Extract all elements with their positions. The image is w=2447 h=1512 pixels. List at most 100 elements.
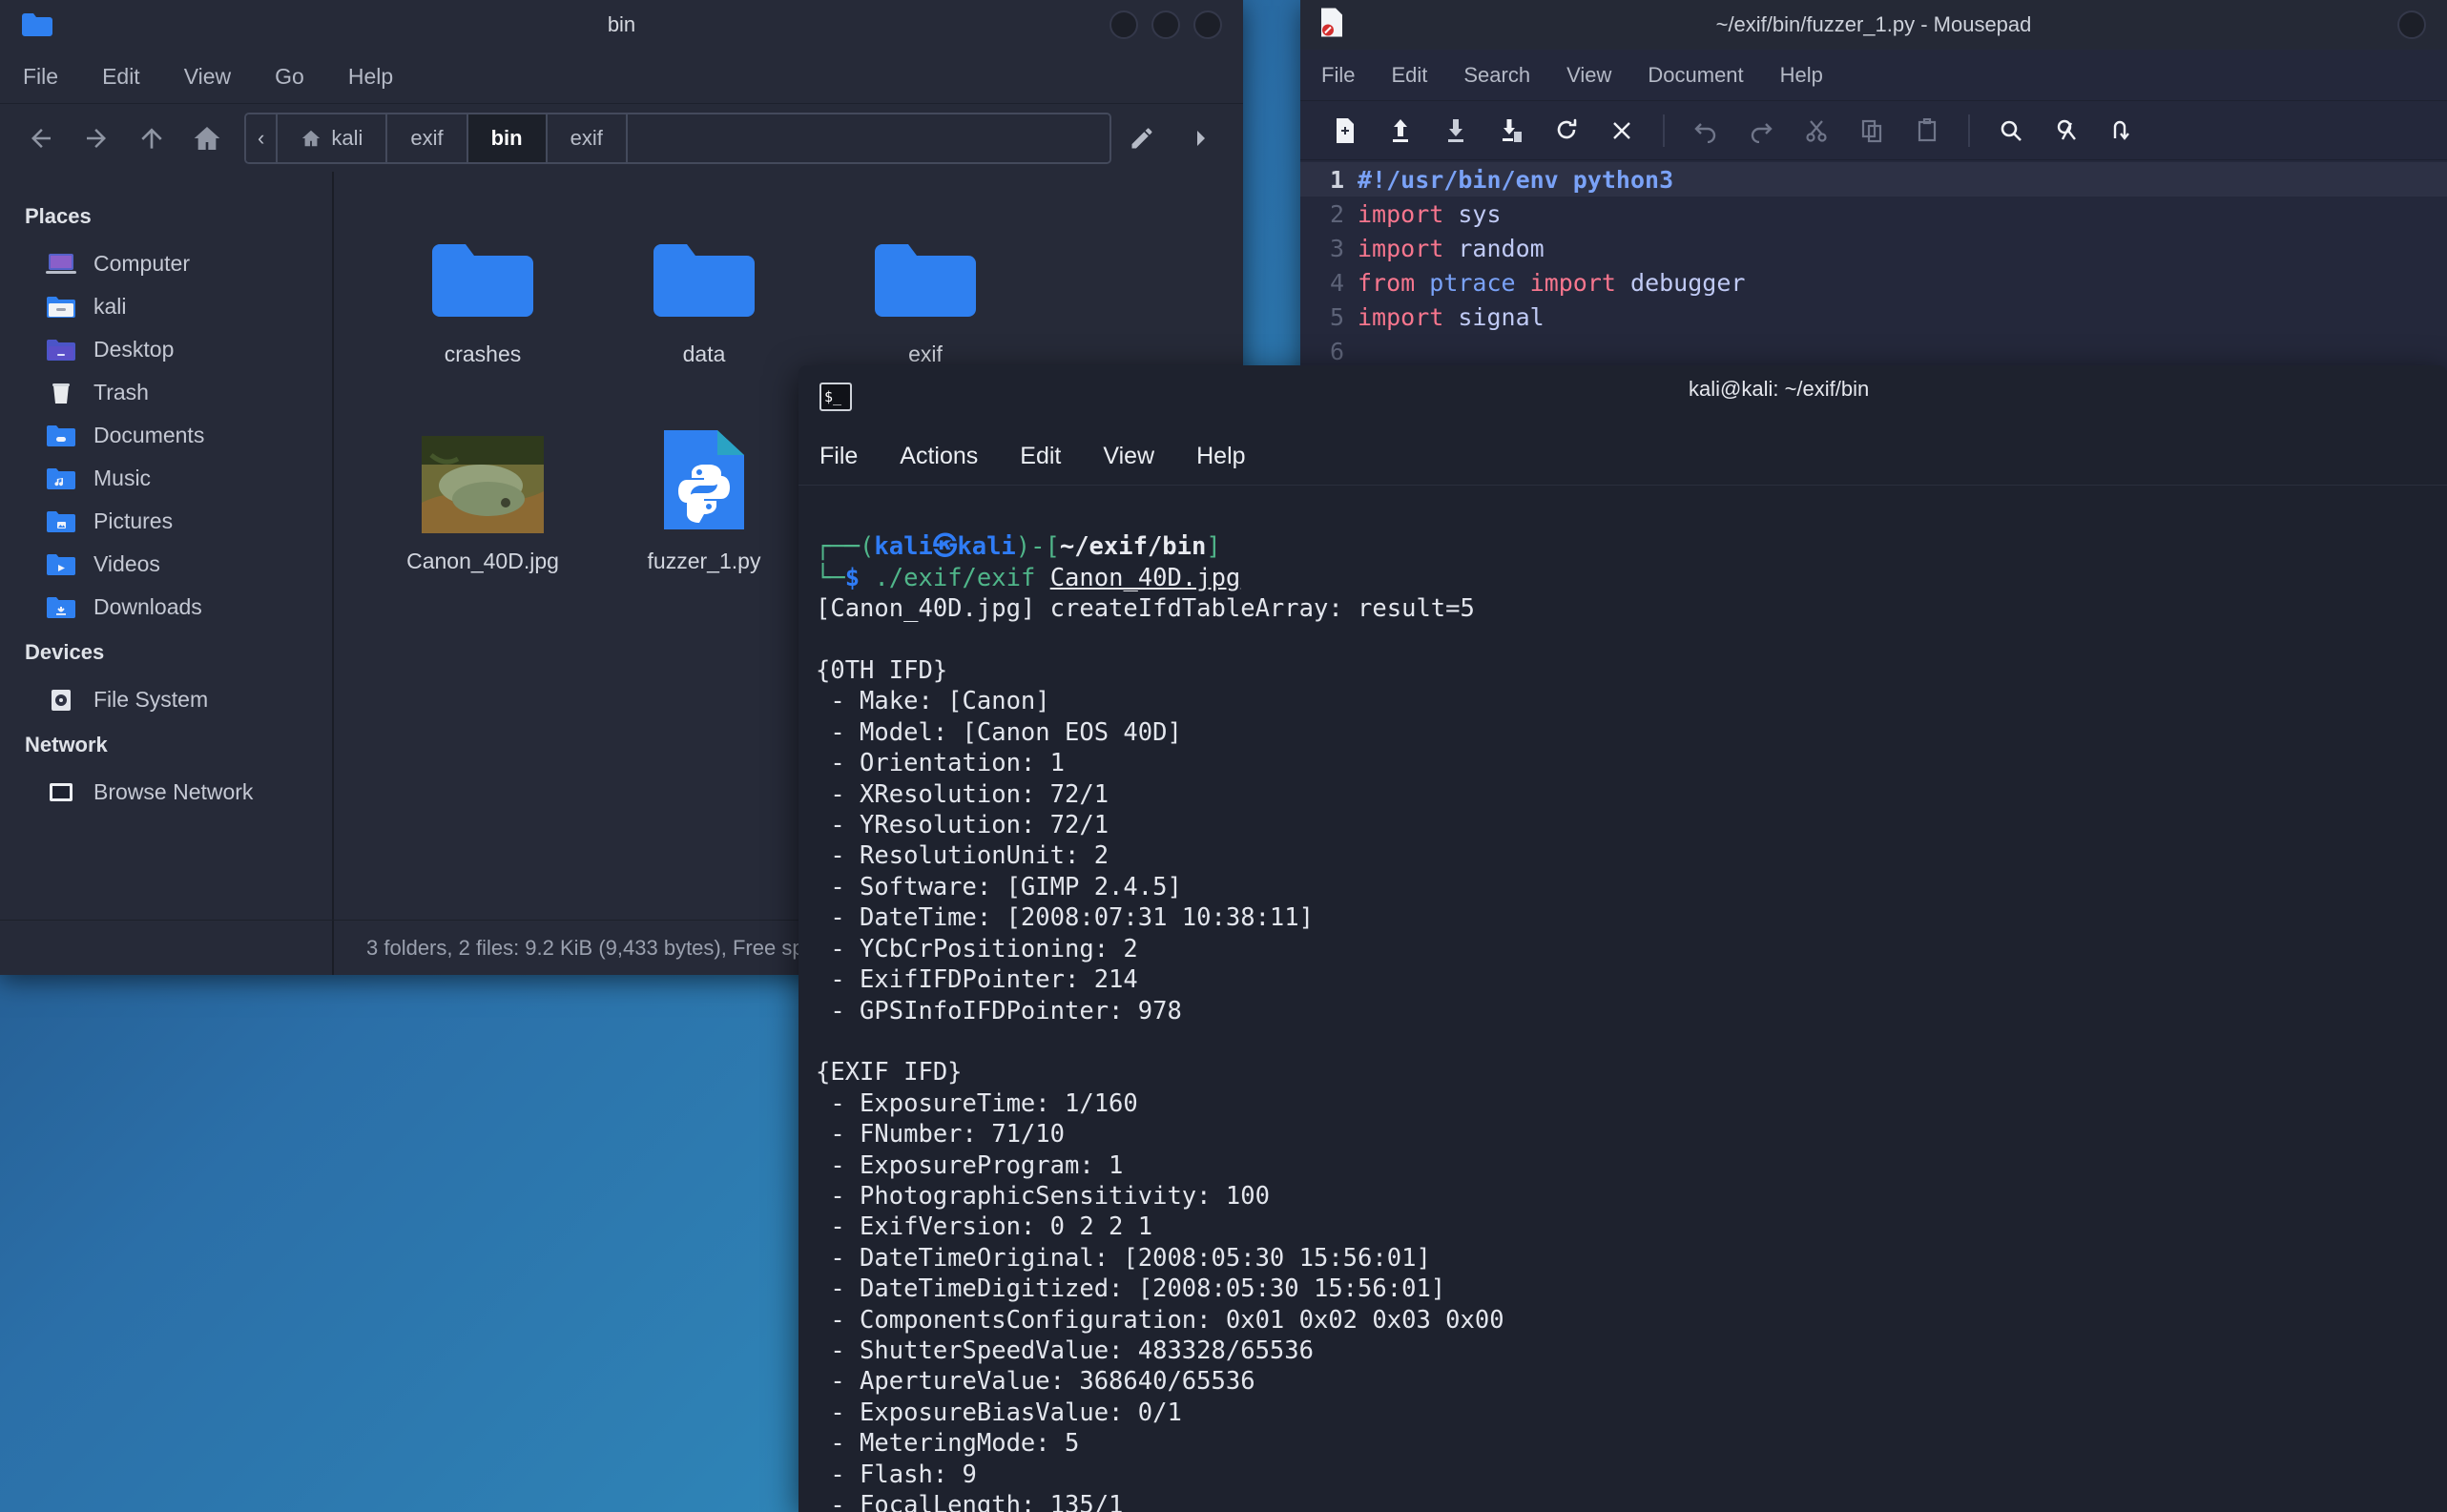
back-icon[interactable]: [13, 111, 69, 166]
terminal-output-line: - GPSInfoIFDPointer: 978: [816, 996, 1182, 1025]
documents-folder-icon: [46, 424, 76, 448]
menu-view[interactable]: View: [1566, 63, 1611, 88]
line-number: 6: [1329, 337, 1344, 365]
desktop-folder-icon: [46, 338, 76, 362]
close-icon[interactable]: [1594, 107, 1649, 155]
sidebar-item-desktop[interactable]: Desktop: [0, 328, 332, 371]
file-manager-toolbar[interactable]: ‹ kali exif bin exif: [0, 103, 1243, 172]
path-bar[interactable]: ‹ kali exif bin exif: [244, 112, 1111, 164]
open-file-icon[interactable]: [1373, 107, 1428, 155]
terminal-output-line: - ResolutionUnit: 2: [816, 841, 1109, 871]
menu-edit[interactable]: Edit: [102, 64, 140, 90]
undo-icon[interactable]: [1678, 107, 1733, 155]
menu-file[interactable]: File: [819, 443, 858, 470]
file-item-crashes[interactable]: crashes: [372, 200, 593, 390]
file-manager-menubar[interactable]: File Edit View Go Help: [0, 50, 1243, 103]
edit-path-icon[interactable]: [1111, 125, 1172, 152]
mousepad-menubar[interactable]: File Edit Search View Document Help: [1300, 50, 2447, 101]
terminal-output-area[interactable]: ┌──(kali㉿kali)-[~/exif/bin] └─$ ./exif/e…: [798, 486, 2447, 1512]
replace-icon[interactable]: [2039, 107, 2094, 155]
menu-go[interactable]: Go: [275, 64, 304, 90]
downloads-folder-icon: [46, 595, 76, 620]
breadcrumb-kali[interactable]: kali: [278, 114, 388, 162]
terminal-output-line: - Flash: 9: [816, 1460, 977, 1489]
image-thumbnail: [372, 423, 593, 533]
breadcrumb-exif-1[interactable]: exif: [387, 114, 468, 162]
menu-search[interactable]: Search: [1463, 63, 1530, 88]
file-manager-titlebar[interactable]: bin: [0, 0, 1243, 50]
terminal-icon: $_: [819, 383, 852, 411]
mousepad-window-buttons[interactable]: [2397, 10, 2426, 39]
menu-actions[interactable]: Actions: [900, 443, 978, 470]
redo-icon[interactable]: [1733, 107, 1789, 155]
terminal-titlebar[interactable]: $_: [798, 365, 2447, 428]
file-item-canon-jpg[interactable]: Canon_40D.jpg: [372, 407, 593, 597]
save-file-icon[interactable]: [1428, 107, 1483, 155]
mousepad-title: ~/exif/bin/fuzzer_1.py - Mousepad: [1715, 12, 2032, 36]
terminal-command: ./exif/exif: [874, 563, 1036, 592]
save-as-icon[interactable]: [1483, 107, 1539, 155]
terminal-menubar[interactable]: File Actions Edit View Help: [798, 428, 2447, 486]
sidebar[interactable]: Places Computer kali Desktop Trash Docum…: [0, 172, 334, 920]
cut-icon[interactable]: [1789, 107, 1844, 155]
file-item-data-label: data: [682, 342, 726, 366]
paste-icon[interactable]: [1899, 107, 1955, 155]
folder-icon: [21, 12, 53, 37]
menu-help[interactable]: Help: [1196, 443, 1245, 470]
terminal-window[interactable]: $_ File Actions Edit View Help ┌──(kali㉿…: [798, 365, 2447, 1512]
reload-icon[interactable]: [1539, 107, 1594, 155]
status-bar-spacer: [0, 921, 334, 975]
menu-view[interactable]: View: [1103, 443, 1154, 470]
minimize-button[interactable]: [1109, 10, 1138, 39]
menu-view[interactable]: View: [184, 64, 231, 90]
terminal-output-line: - Orientation: 1: [816, 749, 1065, 778]
menu-help[interactable]: Help: [348, 64, 393, 90]
home-small-icon: [302, 130, 321, 146]
path-scroll-left-icon[interactable]: ‹: [246, 114, 279, 162]
mousepad-titlebar[interactable]: ~/exif/bin/fuzzer_1.py - Mousepad: [1300, 0, 2447, 50]
sidebar-item-documents[interactable]: Documents: [0, 414, 332, 457]
folder-icon: [372, 216, 593, 326]
copy-icon[interactable]: [1844, 107, 1899, 155]
file-item-fuzzer-py[interactable]: fuzzer_1.py: [593, 407, 815, 597]
home-icon[interactable]: [179, 111, 235, 166]
menu-help[interactable]: Help: [1780, 63, 1823, 88]
menu-edit[interactable]: Edit: [1391, 63, 1427, 88]
sidebar-item-browse-network[interactable]: Browse Network: [0, 771, 332, 814]
terminal-output-line: - FNumber: 71/10: [816, 1120, 1065, 1150]
path-scroll-right-icon[interactable]: [1172, 127, 1230, 150]
sidebar-item-downloads[interactable]: Downloads: [0, 586, 332, 629]
sidebar-item-computer[interactable]: Computer: [0, 242, 332, 285]
close-button[interactable]: [2397, 10, 2426, 39]
window-buttons[interactable]: [1109, 10, 1222, 39]
new-file-icon[interactable]: [1317, 107, 1373, 155]
mousepad-toolbar[interactable]: [1300, 101, 2447, 160]
menu-file[interactable]: File: [1321, 63, 1355, 88]
terminal-output-line: - MeteringMode: 5: [816, 1429, 1080, 1459]
breadcrumb-exif-2[interactable]: exif: [547, 114, 628, 162]
goto-line-icon[interactable]: [2094, 107, 2149, 155]
forward-icon[interactable]: [69, 111, 124, 166]
path-empty-area[interactable]: [627, 114, 1109, 162]
file-manager-title: bin: [607, 12, 636, 36]
terminal-output-line: - ExposureProgram: 1: [816, 1150, 1124, 1180]
python-file-icon: [593, 423, 815, 533]
sidebar-item-music[interactable]: Music: [0, 457, 332, 500]
file-item-exif[interactable]: exif: [815, 200, 1036, 390]
menu-edit[interactable]: Edit: [1020, 443, 1061, 470]
breadcrumb-bin[interactable]: bin: [467, 114, 548, 162]
find-icon[interactable]: [1983, 107, 2039, 155]
code-line: 5 import signal: [1300, 300, 2447, 334]
menu-document[interactable]: Document: [1648, 63, 1743, 88]
sidebar-item-videos[interactable]: Videos: [0, 543, 332, 586]
file-item-data[interactable]: data: [593, 200, 815, 390]
sidebar-item-file-system[interactable]: File System: [0, 678, 332, 721]
prompt-path: ~/exif/bin: [1059, 532, 1207, 562]
menu-file[interactable]: File: [23, 64, 58, 90]
close-button[interactable]: [1193, 10, 1222, 39]
sidebar-item-trash[interactable]: Trash: [0, 371, 332, 414]
up-icon[interactable]: [124, 111, 179, 166]
sidebar-item-pictures[interactable]: Pictures: [0, 500, 332, 543]
maximize-button[interactable]: [1151, 10, 1180, 39]
sidebar-item-kali[interactable]: kali: [0, 285, 332, 328]
